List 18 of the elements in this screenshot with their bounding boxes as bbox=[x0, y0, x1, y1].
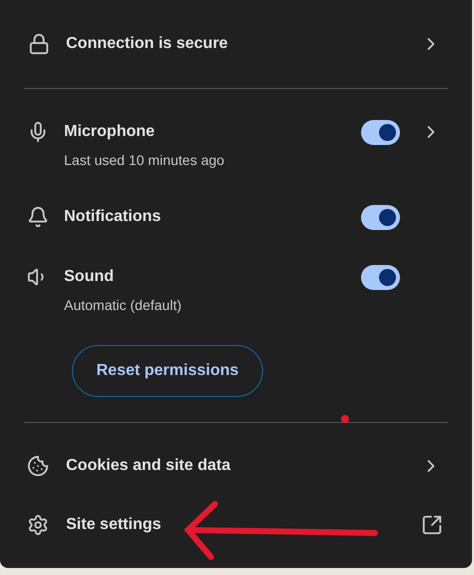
toggle-switch[interactable] bbox=[361, 205, 400, 230]
permission-label: Sound bbox=[64, 267, 114, 287]
permission-status: Last used 10 minutes ago bbox=[64, 151, 224, 170]
permission-status: Automatic (default) bbox=[64, 296, 182, 315]
lock-icon bbox=[28, 33, 50, 55]
toggle-switch[interactable] bbox=[361, 265, 400, 290]
connection-label[interactable]: Connection is secure bbox=[66, 32, 421, 56]
annotation-dot bbox=[341, 415, 349, 423]
cookie-icon bbox=[27, 455, 49, 477]
permission-label: Microphone bbox=[64, 122, 155, 142]
permission-label: Notifications bbox=[64, 207, 161, 227]
toggle-switch[interactable] bbox=[361, 120, 400, 145]
settings-icon bbox=[27, 514, 49, 536]
reset-permissions-button[interactable]: Reset permissions bbox=[72, 345, 263, 397]
external-link-icon[interactable] bbox=[421, 514, 443, 536]
menu-link[interactable]: Cookies and site data bbox=[66, 454, 421, 478]
bell-icon bbox=[27, 206, 49, 228]
menu-link[interactable]: Site settings bbox=[66, 513, 421, 537]
